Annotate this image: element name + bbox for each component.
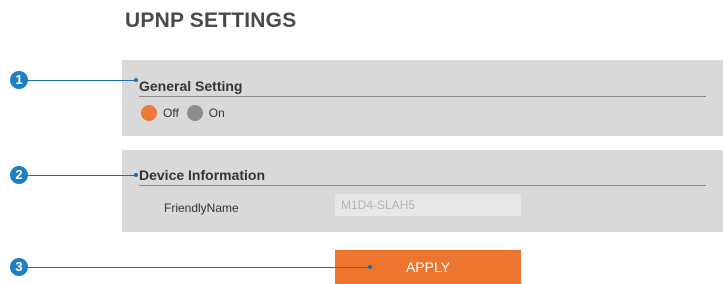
callout-dot-1 [134, 78, 138, 82]
callout-dot-2 [134, 173, 138, 177]
device-information-panel: Device Information FriendlyName [122, 150, 723, 232]
friendly-name-input[interactable] [335, 194, 521, 216]
callout-line-3 [27, 267, 370, 268]
callout-badge-2: 2 [10, 166, 28, 184]
radio-label-on: On [208, 106, 225, 120]
radio-option-on[interactable]: On [186, 105, 225, 121]
callout-line-2 [27, 175, 136, 176]
callout-badge-1: 1 [10, 71, 28, 89]
device-information-heading: Device Information [139, 167, 266, 183]
radio-label-off: Off [163, 106, 179, 120]
callout-badge-3: 3 [10, 258, 28, 276]
page-title: UPNP SETTINGS [125, 9, 297, 32]
general-setting-panel: General Setting Off On [122, 60, 723, 136]
radio-selected-icon[interactable] [141, 105, 157, 121]
callout-line-1 [27, 80, 136, 81]
friendly-name-label: FriendlyName [164, 201, 239, 215]
general-setting-heading: General Setting [139, 78, 243, 94]
radio-option-off[interactable]: Off [141, 105, 179, 121]
section-divider [139, 185, 706, 186]
callout-dot-3 [368, 265, 372, 269]
radio-unselected-icon[interactable] [186, 105, 203, 121]
section-divider [139, 96, 706, 97]
upnp-enable-radio-group: Off On [141, 105, 233, 121]
